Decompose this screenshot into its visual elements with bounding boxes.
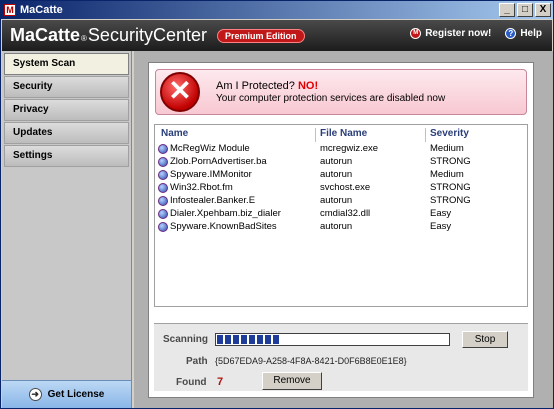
threat-name: McRegWiz Module bbox=[170, 143, 250, 154]
close-button[interactable]: X bbox=[535, 3, 551, 17]
threat-file: autorun bbox=[320, 169, 353, 180]
scan-status: Scanning Stop Path {5D67EDA9-A258-4F8A-8… bbox=[154, 323, 528, 391]
threat-list[interactable]: Name File Name Severity McRegWiz Module m… bbox=[154, 124, 528, 307]
remove-button[interactable]: Remove bbox=[262, 372, 322, 390]
threat-name: Win32.Rbot.fm bbox=[170, 182, 233, 193]
alert-message: Your computer protection services are di… bbox=[216, 93, 446, 104]
threat-icon bbox=[158, 156, 168, 167]
sidebar: System Scan Security Privacy Updates Set… bbox=[2, 51, 132, 408]
main-content: ✕ Am I Protected? NO! Your computer prot… bbox=[134, 51, 553, 408]
brand-name: MaCatte bbox=[10, 25, 81, 45]
window-title: MaCatte bbox=[20, 4, 63, 16]
threat-name-cell: Spyware.KnownBadSites bbox=[155, 220, 315, 233]
register-link[interactable]: M Register now! bbox=[410, 28, 491, 39]
threat-icon bbox=[158, 169, 168, 180]
scanning-label: Scanning bbox=[163, 334, 209, 345]
app-header: MaCatte ® SecurityCenter Premium Edition… bbox=[2, 20, 552, 51]
threat-icon bbox=[158, 221, 168, 232]
threat-severity: Easy bbox=[430, 208, 452, 219]
threat-name-cell: Zlob.PornAdvertiser.ba bbox=[155, 155, 315, 168]
sidebar-item-security[interactable]: Security bbox=[4, 76, 129, 98]
threat-file: autorun bbox=[320, 195, 353, 206]
threat-severity: STRONG bbox=[430, 195, 471, 206]
table-row[interactable]: Win32.Rbot.fm svchost.exe STRONG bbox=[155, 181, 527, 194]
threat-list-header: Name File Name Severity bbox=[155, 128, 527, 142]
threat-file: cmdial32.dll bbox=[320, 208, 371, 219]
alert-answer: NO! bbox=[297, 80, 319, 92]
threat-severity: Medium bbox=[430, 169, 464, 180]
scan-progress-bar bbox=[215, 333, 450, 346]
threat-file: autorun bbox=[320, 221, 353, 232]
scan-panel: ✕ Am I Protected? NO! Your computer prot… bbox=[148, 62, 534, 398]
scan-progress-fill bbox=[217, 335, 280, 344]
threat-icon bbox=[158, 143, 168, 154]
window-controls: _ □ X bbox=[497, 3, 551, 17]
protection-alert: ✕ Am I Protected? NO! Your computer prot… bbox=[155, 69, 527, 115]
get-license-button[interactable]: ➜ Get License bbox=[2, 380, 131, 408]
column-header-file[interactable]: File Name bbox=[315, 128, 425, 142]
found-label: Found bbox=[176, 377, 207, 388]
help-link[interactable]: ? Help bbox=[505, 28, 542, 39]
alert-question-text: Am I Protected? bbox=[216, 80, 295, 92]
registered-mark: ® bbox=[81, 34, 87, 43]
alert-question: Am I Protected? NO! bbox=[216, 80, 318, 92]
path-label: Path bbox=[186, 356, 208, 367]
threat-name-cell: Dialer.Xpehbam.biz_dialer bbox=[155, 207, 315, 220]
threat-name: Zlob.PornAdvertiser.ba bbox=[170, 156, 267, 167]
threat-severity: Medium bbox=[430, 143, 464, 154]
path-value: {5D67EDA9-A258-4F8A-8421-D0F6B8E0E1E8} bbox=[215, 356, 407, 366]
threat-name: Spyware.KnownBadSites bbox=[170, 221, 277, 232]
help-label: Help bbox=[520, 28, 542, 39]
sidebar-item-system-scan[interactable]: System Scan bbox=[4, 53, 129, 75]
threat-icon bbox=[158, 182, 168, 193]
threat-severity: STRONG bbox=[430, 182, 471, 193]
threat-file: mcregwiz.exe bbox=[320, 143, 379, 154]
threat-severity: STRONG bbox=[430, 156, 471, 167]
table-row[interactable]: Spyware.IMMonitor autorun Medium bbox=[155, 168, 527, 181]
brand-product: SecurityCenter bbox=[87, 25, 207, 45]
table-row[interactable]: Infostealer.Banker.E autorun STRONG bbox=[155, 194, 527, 207]
help-icon: ? bbox=[505, 28, 517, 39]
get-license-label: Get License bbox=[47, 389, 105, 400]
app-icon: M bbox=[4, 4, 16, 16]
threat-name-cell: McRegWiz Module bbox=[155, 142, 315, 155]
threat-name: Spyware.IMMonitor bbox=[170, 169, 252, 180]
threat-icon bbox=[158, 208, 168, 219]
threat-name-cell: Spyware.IMMonitor bbox=[155, 168, 315, 181]
sidebar-item-privacy[interactable]: Privacy bbox=[4, 99, 129, 121]
app-window: M MaCatte _ □ X MaCatte ® SecurityCenter… bbox=[0, 0, 554, 409]
threat-file: autorun bbox=[320, 156, 353, 167]
table-row[interactable]: McRegWiz Module mcregwiz.exe Medium bbox=[155, 142, 527, 155]
error-x-icon: ✕ bbox=[160, 72, 200, 112]
register-label: Register now! bbox=[425, 28, 492, 39]
column-header-name[interactable]: Name bbox=[155, 128, 315, 142]
sidebar-item-settings[interactable]: Settings bbox=[4, 145, 129, 167]
found-count: 7 bbox=[217, 376, 224, 388]
threat-name-cell: Infostealer.Banker.E bbox=[155, 194, 315, 207]
register-icon: M bbox=[410, 28, 422, 39]
stop-button[interactable]: Stop bbox=[462, 331, 508, 348]
table-row[interactable]: Spyware.KnownBadSites autorun Easy bbox=[155, 220, 527, 233]
threat-severity: Easy bbox=[430, 221, 452, 232]
edition-badge: Premium Edition bbox=[216, 28, 305, 43]
threat-name: Dialer.Xpehbam.biz_dialer bbox=[170, 208, 281, 219]
threat-file: svchost.exe bbox=[320, 182, 371, 193]
column-header-severity[interactable]: Severity bbox=[425, 128, 469, 142]
threat-name: Infostealer.Banker.E bbox=[170, 195, 256, 206]
threat-name-cell: Win32.Rbot.fm bbox=[155, 181, 315, 194]
sidebar-item-updates[interactable]: Updates bbox=[4, 122, 129, 144]
title-bar[interactable]: M MaCatte _ □ X bbox=[1, 1, 553, 19]
arrow-right-icon: ➜ bbox=[28, 388, 42, 401]
minimize-button[interactable]: _ bbox=[499, 3, 515, 17]
table-row[interactable]: Dialer.Xpehbam.biz_dialer cmdial32.dll Eas… bbox=[155, 207, 527, 220]
table-row[interactable]: Zlob.PornAdvertiser.ba autorun STRONG bbox=[155, 155, 527, 168]
brand-logo: MaCatte ® SecurityCenter bbox=[10, 25, 207, 46]
threat-icon bbox=[158, 195, 168, 206]
maximize-button[interactable]: □ bbox=[517, 3, 533, 17]
